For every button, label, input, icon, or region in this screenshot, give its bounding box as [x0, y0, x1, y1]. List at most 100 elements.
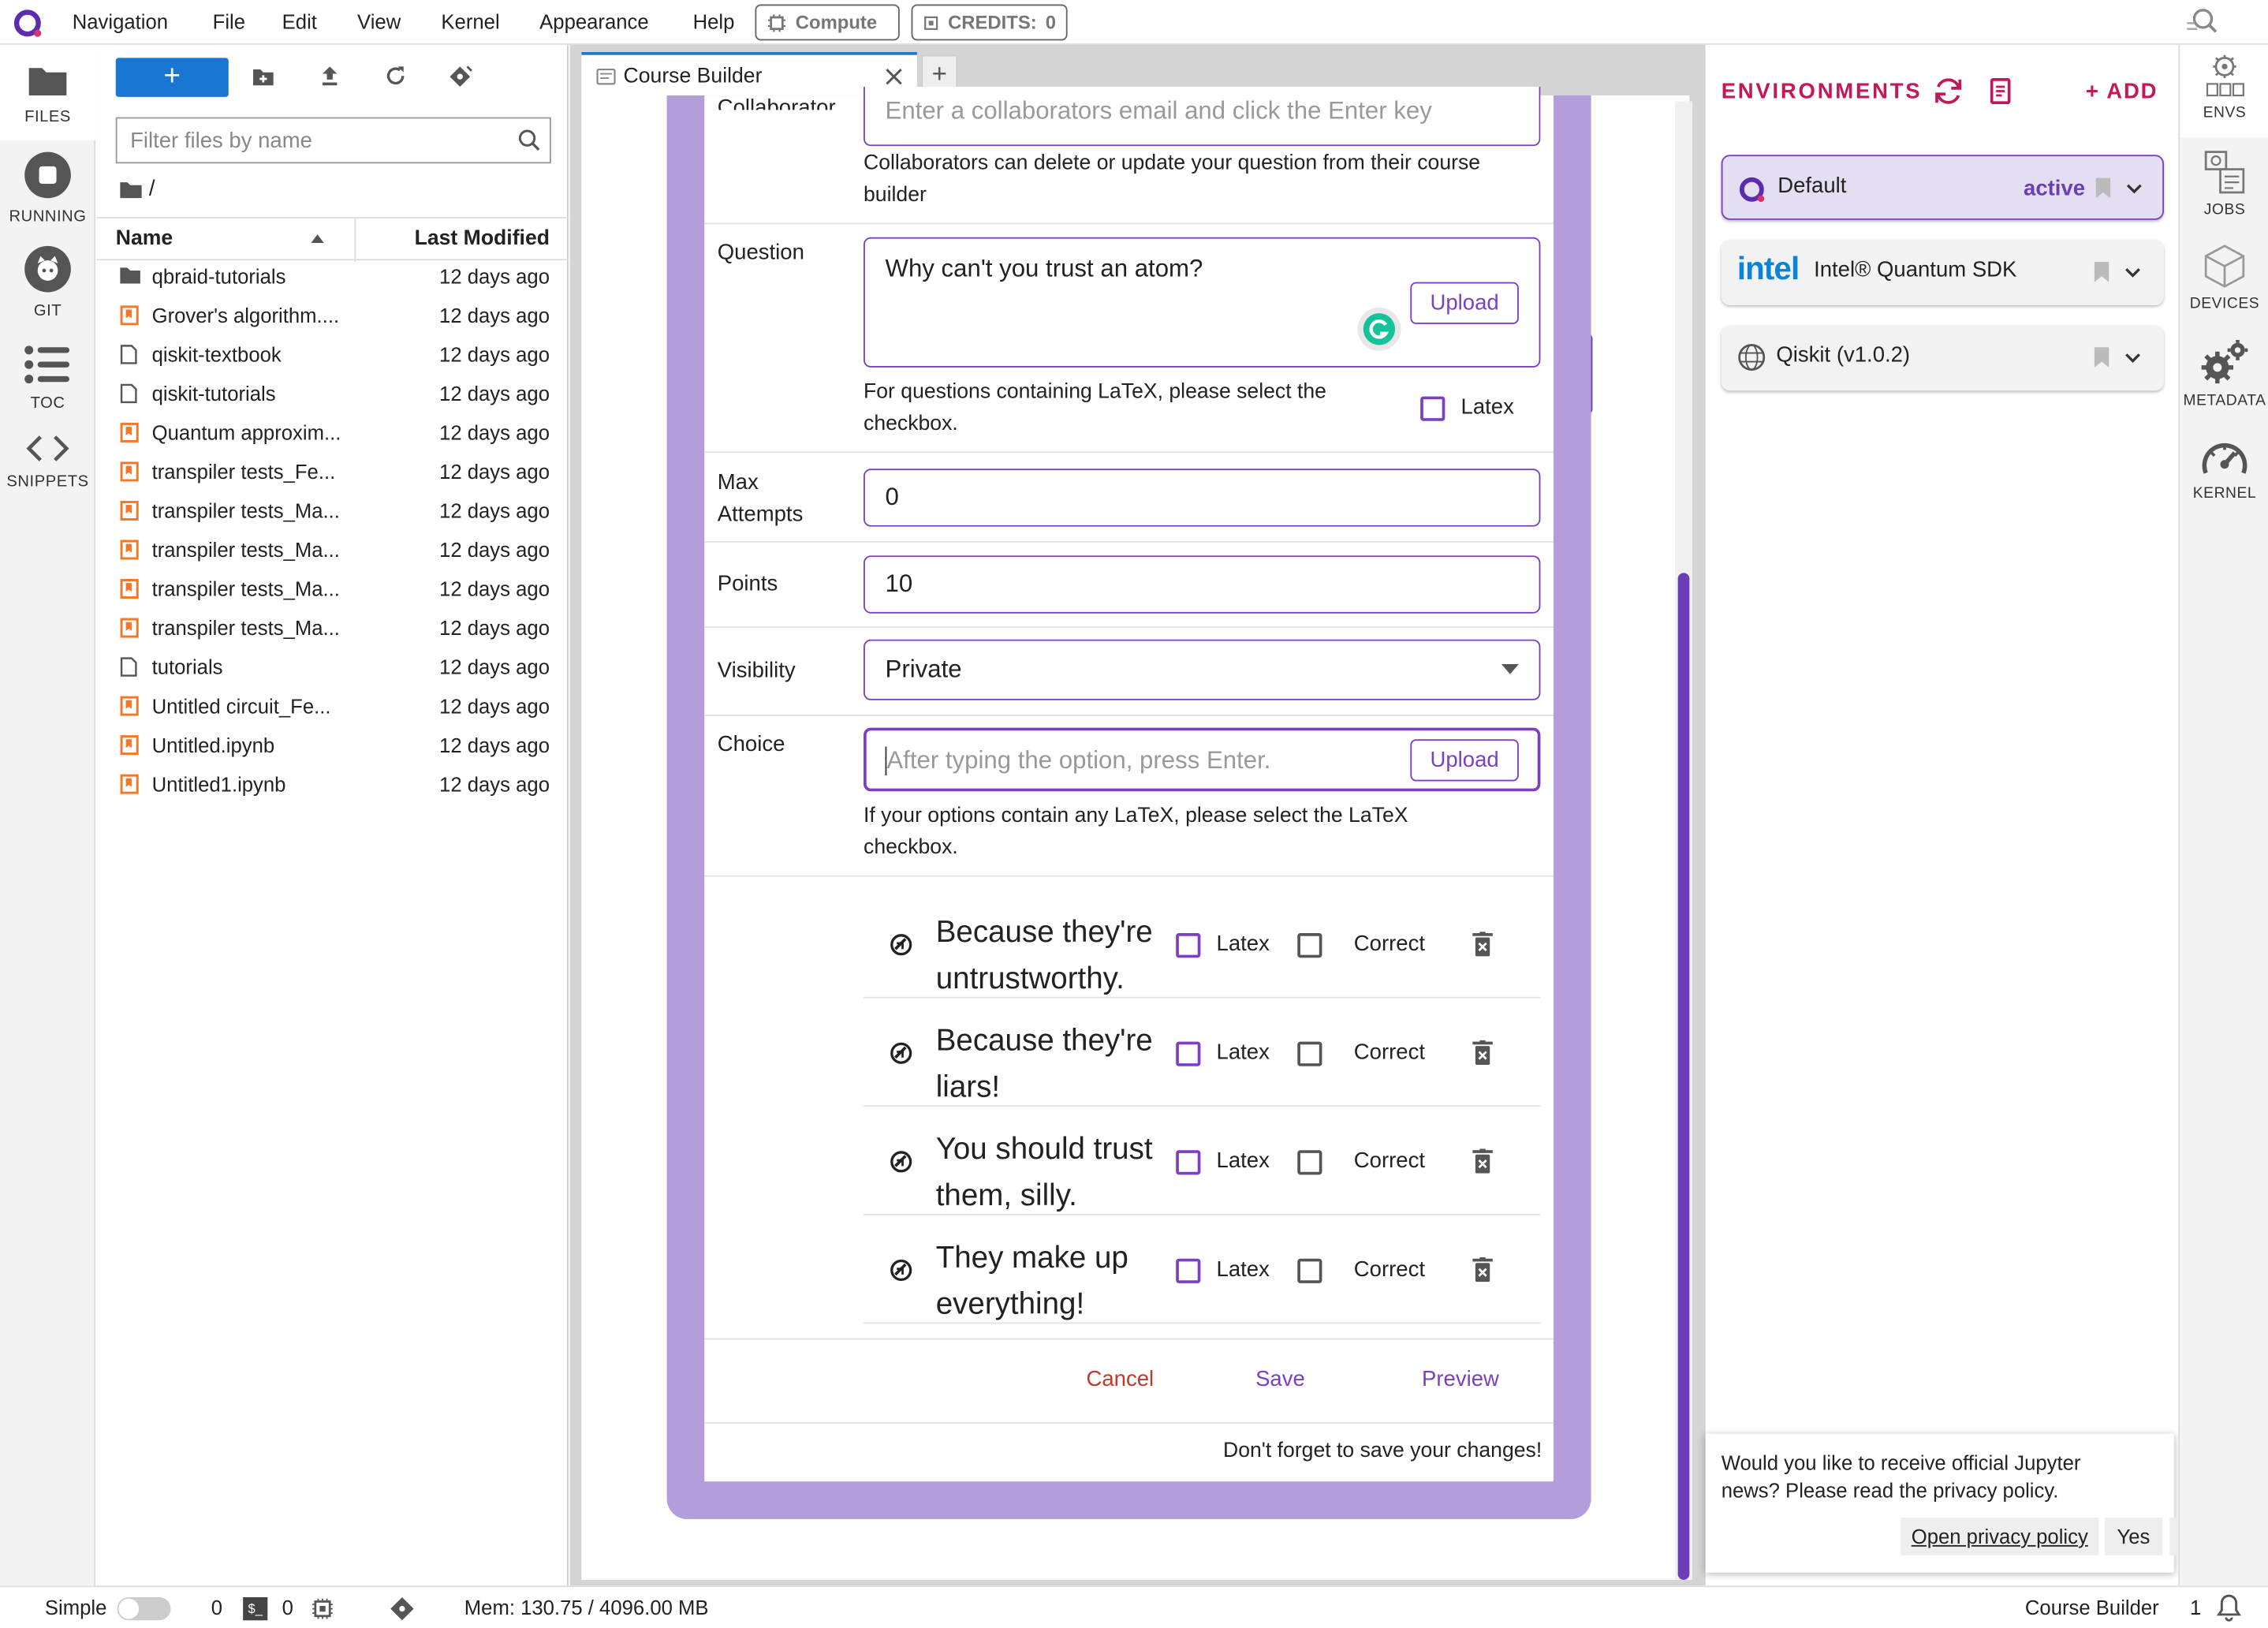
sidebar-item-toc[interactable]: TOC [0, 343, 95, 413]
choice-option-text[interactable]: Because they're untrustworthy. [936, 910, 1182, 1003]
file-row[interactable]: Untitled circuit_Fe... 12 days ago [97, 687, 569, 726]
env-card-default[interactable]: Default active [1721, 155, 2164, 220]
breadcrumb-path[interactable]: / [149, 177, 155, 201]
menu-file[interactable]: File [213, 10, 245, 33]
option-correct-checkbox[interactable] [1297, 1258, 1322, 1283]
filter-files-input[interactable]: Filter files by name [115, 117, 551, 164]
env-card-qiskit[interactable]: Qiskit (v1.0.2) [1721, 325, 2164, 391]
choice-input[interactable]: After typing the option, press Enter. Up… [864, 727, 1541, 792]
option-correct-checkbox[interactable] [1297, 1041, 1322, 1066]
delete-icon[interactable] [1472, 1040, 1493, 1066]
kernel-chip-icon[interactable] [311, 1597, 334, 1620]
question-latex-checkbox[interactable] [1420, 396, 1445, 421]
env-card-intel[interactable]: intel Intel® Quantum SDK [1721, 240, 2164, 306]
points-input[interactable]: 10 [864, 555, 1541, 614]
grammarly-icon[interactable] [1356, 307, 1401, 352]
max-attempts-input[interactable]: 0 [864, 469, 1541, 527]
file-row[interactable]: Untitled1.ipynb 12 days ago [97, 765, 569, 805]
rightbar-item-envs[interactable]: ENVS [2180, 52, 2268, 121]
search-icon[interactable] [2184, 6, 2219, 37]
rightbar-item-jobs[interactable]: JOBS [2180, 149, 2268, 218]
rightbar-item-kernel[interactable]: KERNEL [2180, 435, 2268, 502]
menu-view[interactable]: View [357, 10, 401, 33]
chevron-down-icon[interactable] [2124, 353, 2140, 364]
visibility-select[interactable]: Private [864, 639, 1541, 700]
collaborator-email-input[interactable]: Enter a collaborators email and click th… [864, 87, 1541, 147]
menu-appearance[interactable]: Appearance [539, 10, 649, 33]
bookmark-icon[interactable] [2093, 260, 2110, 283]
git-status-icon[interactable] [389, 1596, 415, 1622]
drag-handle-icon[interactable] [890, 933, 912, 956]
choice-option-text[interactable]: Because they're liars! [936, 1018, 1182, 1111]
rightbar-item-metadata[interactable]: METADATA [2180, 337, 2268, 409]
add-environment-button[interactable]: + ADD [2086, 80, 2158, 104]
option-latex-checkbox[interactable] [1176, 1150, 1201, 1175]
git-clone-icon[interactable] [449, 65, 473, 88]
file-row[interactable]: transpiler tests_Ma... 12 days ago [97, 492, 569, 532]
sidebar-item-snippets[interactable]: SNIPPETS [0, 432, 95, 491]
file-row[interactable]: transpiler tests_Ma... 12 days ago [97, 531, 569, 570]
save-button[interactable]: Save [1255, 1367, 1305, 1391]
file-row[interactable]: transpiler tests_Ma... 12 days ago [97, 570, 569, 610]
file-row[interactable]: Untitled.ipynb 12 days ago [97, 726, 569, 766]
scrollbar-thumb[interactable] [1677, 573, 1690, 1580]
chevron-down-icon[interactable] [2126, 184, 2142, 194]
question-upload-button[interactable]: Upload [1410, 282, 1519, 324]
file-row[interactable]: qbraid-tutorials 12 days ago [97, 257, 569, 297]
file-icon [120, 345, 137, 365]
cancel-button[interactable]: Cancel [1086, 1367, 1154, 1391]
file-row[interactable]: qiskit-textbook 12 days ago [97, 336, 569, 375]
file-row[interactable]: transpiler tests_Ma... 12 days ago [97, 609, 569, 648]
sidebar-item-git[interactable]: GIT [0, 245, 95, 319]
chevron-down-icon[interactable] [2124, 267, 2140, 278]
option-latex-checkbox[interactable] [1176, 1041, 1201, 1066]
bookmark-icon[interactable] [2093, 345, 2110, 368]
upload-icon[interactable] [319, 65, 340, 88]
option-correct-checkbox[interactable] [1297, 933, 1322, 958]
open-privacy-policy-button[interactable]: Open privacy policy [1901, 1518, 2099, 1555]
delete-icon[interactable] [1472, 1256, 1493, 1283]
sidebar-item-running[interactable]: RUNNING [0, 151, 95, 226]
question-input[interactable]: Why can't you trust an atom? Upload [864, 237, 1541, 368]
delete-icon[interactable] [1472, 1148, 1493, 1174]
column-header-modified[interactable]: Last Modified [415, 227, 550, 250]
refresh-icon[interactable] [1932, 75, 1964, 106]
document-icon[interactable] [1989, 78, 2012, 105]
refresh-icon[interactable] [385, 65, 407, 88]
option-latex-checkbox[interactable] [1176, 1258, 1201, 1283]
compute-button[interactable]: Compute [755, 4, 900, 41]
bookmark-icon[interactable] [2095, 177, 2112, 200]
file-row[interactable]: qiskit-tutorials 12 days ago [97, 375, 569, 414]
qbraid-logo-icon [1739, 177, 1765, 203]
sidebar-item-files[interactable]: FILES [0, 62, 95, 126]
choice-upload-button[interactable]: Upload [1410, 739, 1519, 782]
column-header-name[interactable]: Name [116, 227, 173, 250]
drag-handle-icon[interactable] [890, 1150, 912, 1173]
delete-icon[interactable] [1472, 932, 1493, 958]
option-correct-checkbox[interactable] [1297, 1150, 1322, 1175]
rightbar-item-devices[interactable]: DEVICES [2180, 243, 2268, 312]
choice-option-text[interactable]: You should trust them, silly. [936, 1127, 1182, 1219]
drag-handle-icon[interactable] [890, 1259, 912, 1282]
menu-kernel[interactable]: Kernel [441, 10, 499, 33]
preview-button[interactable]: Preview [1422, 1367, 1499, 1391]
menu-edit[interactable]: Edit [282, 10, 317, 33]
credits-button[interactable]: CREDITS: 0 [911, 4, 1068, 41]
menu-help[interactable]: Help [693, 10, 735, 33]
new-folder-icon[interactable] [252, 66, 274, 87]
choice-option-text[interactable]: They make up everything! [936, 1235, 1182, 1327]
bell-icon[interactable] [2216, 1593, 2242, 1622]
drag-handle-icon[interactable] [890, 1042, 912, 1065]
scrollbar-track[interactable] [1675, 101, 1693, 1580]
file-row[interactable]: transpiler tests_Fe... 12 days ago [97, 453, 569, 492]
close-icon[interactable] [886, 68, 903, 85]
simple-mode-toggle[interactable] [117, 1596, 171, 1621]
file-row[interactable]: tutorials 12 days ago [97, 648, 569, 688]
file-row[interactable]: Quantum approxim... 12 days ago [97, 414, 569, 454]
toast-yes-button[interactable]: Yes [2104, 1518, 2163, 1555]
menu-navigation[interactable]: Navigation [73, 10, 168, 33]
terminal-icon[interactable]: $_ [243, 1596, 268, 1621]
file-row[interactable]: Grover's algorithm.... 12 days ago [97, 297, 569, 336]
new-launcher-button[interactable]: + [115, 58, 229, 97]
option-latex-checkbox[interactable] [1176, 933, 1201, 958]
